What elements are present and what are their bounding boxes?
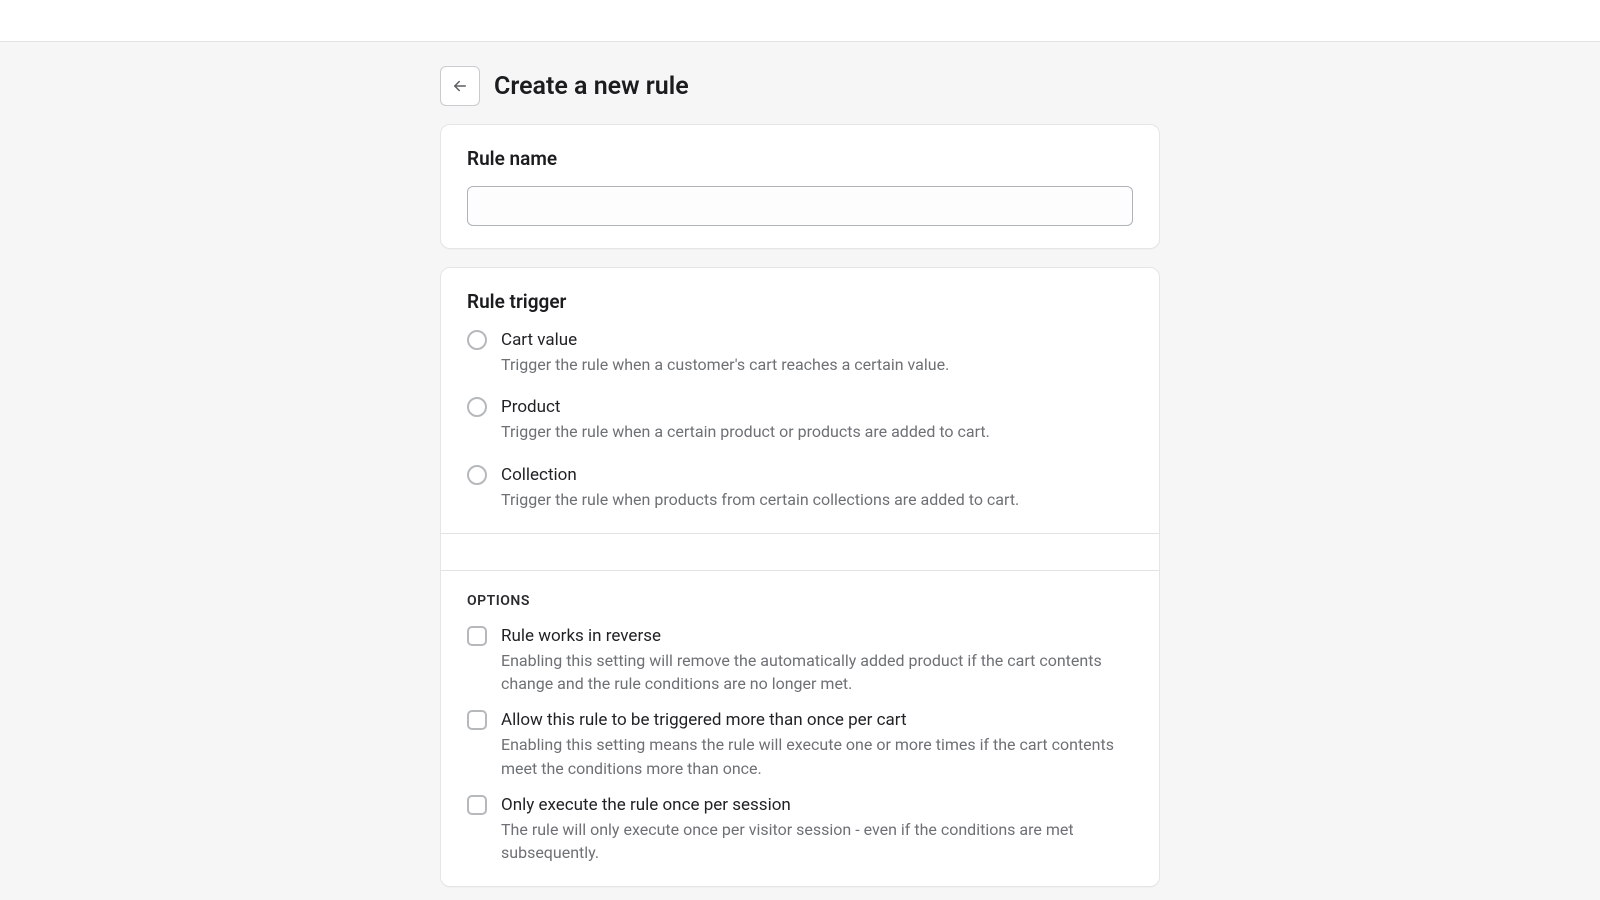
option-once-per-session[interactable]: Only execute the rule once per session T… (467, 794, 1133, 864)
option-multi-trigger[interactable]: Allow this rule to be triggered more tha… (467, 709, 1133, 779)
option-text: Only execute the rule once per session T… (501, 794, 1133, 864)
spacer (441, 534, 1159, 570)
trigger-option-desc: Trigger the rule when a certain product … (501, 420, 990, 443)
page-title: Create a new rule (494, 72, 689, 101)
trigger-option-text: Cart value Trigger the rule when a custo… (501, 329, 949, 376)
option-text: Rule works in reverse Enabling this sett… (501, 625, 1133, 695)
trigger-option-label: Product (501, 396, 990, 418)
trigger-option-product[interactable]: Product Trigger the rule when a certain … (467, 396, 1133, 443)
trigger-option-desc: Trigger the rule when products from cert… (501, 488, 1019, 511)
options-check-group: Rule works in reverse Enabling this sett… (467, 625, 1133, 864)
options-heading: OPTIONS (467, 593, 1133, 609)
option-desc: Enabling this setting means the rule wil… (501, 733, 1133, 779)
option-text: Allow this rule to be triggered more tha… (501, 709, 1133, 779)
trigger-option-label: Collection (501, 464, 1019, 486)
rule-name-heading: Rule name (467, 147, 1133, 170)
checkbox-icon (467, 795, 487, 815)
content-area: Create a new rule Rule name Rule trigger… (0, 42, 1600, 900)
trigger-option-cart-value[interactable]: Cart value Trigger the rule when a custo… (467, 329, 1133, 376)
trigger-option-label: Cart value (501, 329, 949, 351)
rule-trigger-card: Rule trigger Cart value Trigger the rule… (440, 267, 1160, 887)
rule-name-input[interactable] (467, 186, 1133, 226)
radio-icon (467, 465, 487, 485)
back-button[interactable] (440, 66, 480, 106)
trigger-option-desc: Trigger the rule when a customer's cart … (501, 353, 949, 376)
page-header: Create a new rule (440, 66, 1160, 106)
radio-icon (467, 330, 487, 350)
radio-icon (467, 397, 487, 417)
option-reverse[interactable]: Rule works in reverse Enabling this sett… (467, 625, 1133, 695)
option-desc: The rule will only execute once per visi… (501, 818, 1133, 864)
trigger-option-text: Product Trigger the rule when a certain … (501, 396, 990, 443)
rule-name-card: Rule name (440, 124, 1160, 249)
trigger-option-collection[interactable]: Collection Trigger the rule when product… (467, 464, 1133, 511)
checkbox-icon (467, 626, 487, 646)
rule-trigger-heading: Rule trigger (467, 290, 1133, 313)
trigger-option-text: Collection Trigger the rule when product… (501, 464, 1019, 511)
option-label: Allow this rule to be triggered more tha… (501, 709, 1133, 731)
checkbox-icon (467, 710, 487, 730)
top-bar (0, 0, 1600, 42)
trigger-radio-group: Cart value Trigger the rule when a custo… (467, 329, 1133, 511)
page-root: Create a new rule Rule name Rule trigger… (0, 0, 1600, 900)
option-label: Only execute the rule once per session (501, 794, 1133, 816)
option-label: Rule works in reverse (501, 625, 1133, 647)
option-desc: Enabling this setting will remove the au… (501, 649, 1133, 695)
arrow-left-icon (451, 77, 469, 95)
